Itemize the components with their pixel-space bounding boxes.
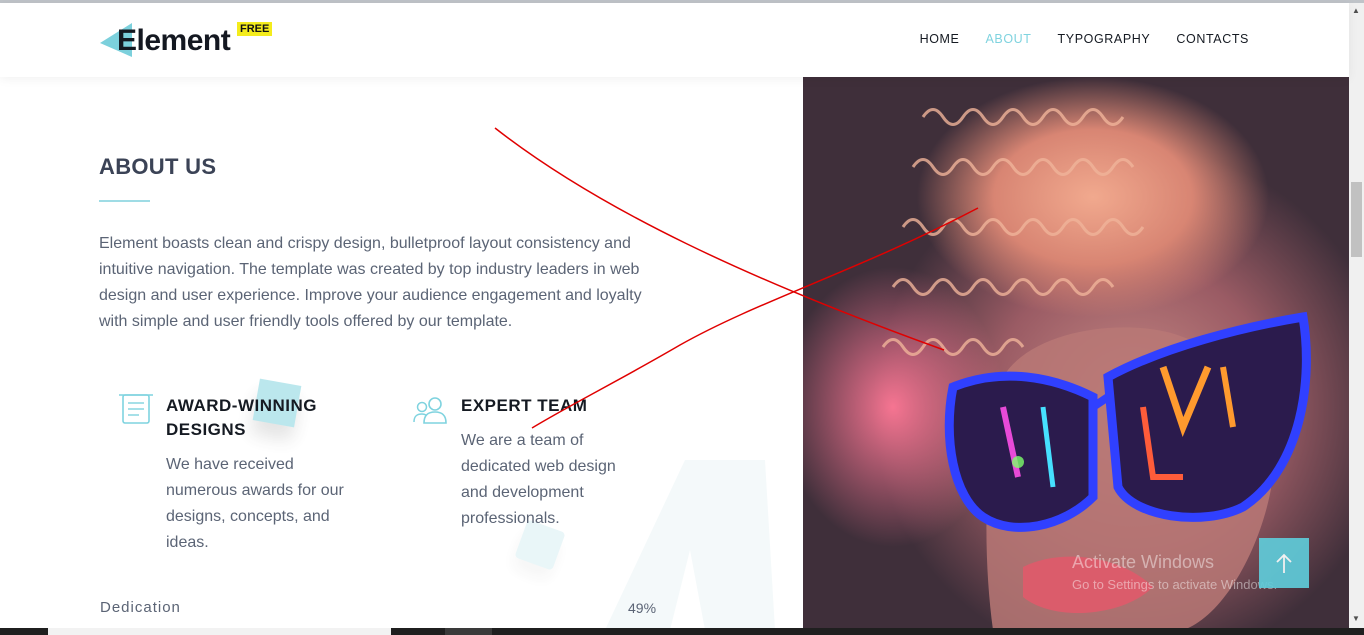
skill-label: Dedication xyxy=(100,599,181,616)
site-header: Element FREE HOME ABOUT TYPOGRAPHY CONTA… xyxy=(0,3,1349,77)
feature-award-title: AWARD-WINNING DESIGNS xyxy=(166,396,317,439)
taskbar-search-box[interactable] xyxy=(48,628,391,635)
main-nav: HOME ABOUT TYPOGRAPHY CONTACTS xyxy=(920,32,1249,46)
logo-free-badge: FREE xyxy=(237,22,273,36)
activate-windows-title: Activate Windows xyxy=(1072,552,1215,572)
page-scrollbar[interactable] xyxy=(1349,3,1364,630)
logo[interactable]: Element FREE xyxy=(100,21,300,61)
feature-team-text: We are a team of dedicated web design an… xyxy=(461,432,616,527)
title-divider xyxy=(99,200,150,202)
scrollbar-thumb[interactable] xyxy=(1351,182,1362,257)
nav-home[interactable]: HOME xyxy=(920,32,960,46)
logo-text: Element xyxy=(117,24,231,57)
activate-windows-subtitle: Go to Settings to activate Windows. xyxy=(1072,577,1278,592)
users-icon xyxy=(413,397,447,424)
back-to-top-button[interactable] xyxy=(1259,538,1309,588)
about-title: ABOUT US xyxy=(99,154,217,179)
about-description: Element boasts clean and crispy design, … xyxy=(99,235,642,330)
taskbar-app-button[interactable] xyxy=(445,628,492,635)
nav-typography[interactable]: TYPOGRAPHY xyxy=(1058,32,1151,46)
feature-team-title: EXPERT TEAM xyxy=(461,396,588,415)
nav-about[interactable]: ABOUT xyxy=(985,32,1031,46)
feature-award-text: We have received numerous awards for our… xyxy=(166,456,344,551)
arrow-up-icon xyxy=(1276,553,1292,573)
skill-value: 49% xyxy=(628,600,657,616)
document-list-icon xyxy=(119,394,153,424)
scroll-up-arrow-icon[interactable]: ▲ xyxy=(1352,6,1360,15)
nav-contacts[interactable]: CONTACTS xyxy=(1176,32,1249,46)
scroll-down-arrow-icon[interactable]: ▼ xyxy=(1352,614,1360,623)
